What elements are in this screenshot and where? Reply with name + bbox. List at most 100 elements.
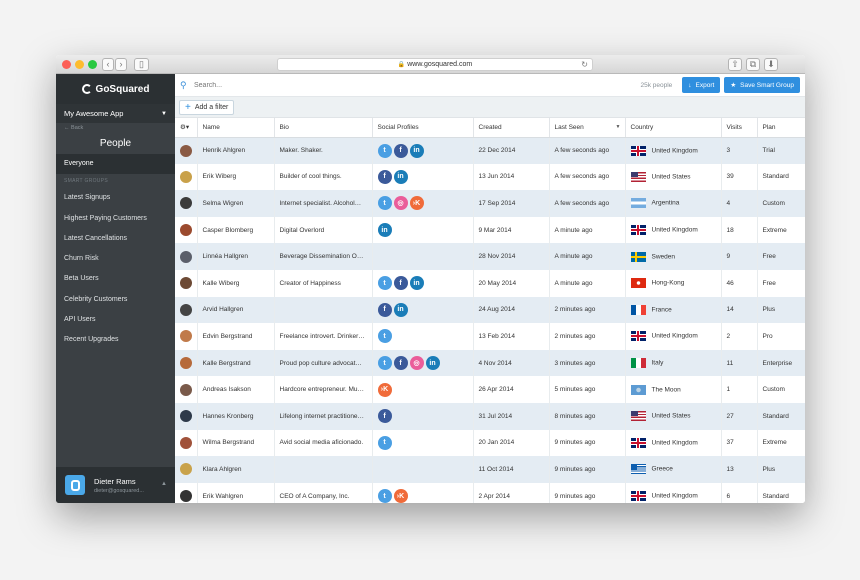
twitter-icon[interactable]: t	[377, 196, 392, 211]
facebook-icon[interactable]: f	[393, 276, 408, 291]
table-row[interactable]: Kalle Bergstrand Proud pop culture advoca…	[175, 349, 805, 377]
zoom-window-button[interactable]	[88, 60, 97, 69]
created-date: 11 Oct 2014	[473, 456, 550, 483]
facebook-icon[interactable]: f	[393, 143, 408, 158]
address-bar[interactable]: 🔒 www.gosquared.com ↻	[277, 58, 593, 71]
country-cell: The Moon	[625, 376, 722, 403]
last-seen: 5 minutes ago	[549, 376, 626, 403]
search-icon: ⚲	[180, 79, 187, 90]
table-row[interactable]: Kalle Wiberg Creator of Happiness t f in 20 M…	[175, 269, 805, 297]
logo[interactable]: GoSquared	[56, 74, 175, 104]
facebook-icon[interactable]: f	[377, 169, 392, 184]
sidebar-item-api-users[interactable]: API Users	[56, 310, 175, 330]
table-row[interactable]: Wilma Bergstrand Avid social media aficio…	[175, 429, 805, 457]
flag-icon	[630, 491, 646, 502]
person-name: Kalle Wiberg	[197, 269, 275, 297]
social-profiles	[372, 243, 474, 270]
table-row[interactable]: Henrik Ahlgren Maker. Shaker. t f in 22 Dec 2…	[175, 137, 805, 164]
facebook-icon[interactable]: f	[393, 356, 408, 371]
user-menu[interactable]: Dieter Rams dieter@gosquared... ▲	[56, 467, 175, 503]
twitter-icon[interactable]: t	[377, 143, 392, 158]
linkedin-icon[interactable]: in	[409, 143, 424, 158]
table-row[interactable]: Selma Wigren Internet specialist. Alcohol…	[175, 190, 805, 217]
flag-icon	[630, 437, 646, 448]
app-selector[interactable]: My Awesome App ▼	[56, 104, 175, 123]
sidebar-item-churn-risk[interactable]: Churn Risk	[56, 249, 175, 269]
table-row[interactable]: Arvid Hallgren f in 24 Aug 2014 2 minutes ag…	[175, 296, 805, 324]
social-profiles: f in	[372, 296, 474, 324]
table-row[interactable]: Erik Wiberg Builder of cool things. f in 13 …	[175, 163, 805, 191]
linkedin-icon[interactable]: in	[409, 276, 424, 291]
person-bio: Proud pop culture advocat…	[274, 349, 373, 377]
person-bio: Lifelong internet practitione…	[274, 402, 373, 430]
linkedin-icon[interactable]: in	[393, 302, 408, 317]
sidebar-item-recent-upgrades[interactable]: Recent Upgrades	[56, 330, 175, 350]
plan-name: Pro	[757, 323, 805, 350]
close-window-button[interactable]	[62, 60, 71, 69]
social-profiles: t f in	[372, 269, 474, 297]
social-profiles: t f in	[372, 137, 474, 164]
column-header-created[interactable]: Created	[473, 118, 550, 138]
visits-count: 46	[721, 269, 758, 297]
tabs-icon[interactable]: ⧉	[746, 58, 760, 71]
sidebar-item-celebrity-customers[interactable]: Celebrity Customers	[56, 290, 175, 310]
add-filter-button[interactable]: + Add a filter	[179, 99, 235, 115]
klout-icon[interactable]: ›K	[409, 196, 424, 211]
facebook-icon[interactable]: f	[377, 409, 392, 424]
sort-desc-icon[interactable]: ▼	[616, 124, 621, 130]
facebook-icon[interactable]: f	[377, 302, 392, 317]
table-row[interactable]: Klara Ahlgren 11 Oct 2014 9 minutes ago Gre…	[175, 456, 805, 483]
back-link[interactable]: ← Back	[56, 123, 175, 134]
table-row[interactable]: Erik Wahlgren CEO of A Company, Inc. t ›K 2 …	[175, 482, 805, 503]
linkedin-icon[interactable]: in	[425, 356, 440, 371]
column-header-plan[interactable]: Plan	[757, 118, 805, 138]
column-header-country[interactable]: Country	[625, 118, 722, 138]
sidebar-item-everyone[interactable]: Everyone	[56, 154, 175, 175]
dribbble-icon[interactable]: ◎	[393, 196, 408, 211]
column-settings-icon[interactable]: ⚙▾	[175, 118, 198, 138]
save-smart-group-button[interactable]: ★ Save Smart Group	[724, 77, 800, 93]
linkedin-icon[interactable]: in	[393, 169, 408, 184]
dribbble-icon[interactable]: ◎	[409, 356, 424, 371]
twitter-icon[interactable]: t	[377, 329, 392, 344]
forward-nav-button[interactable]: ›	[115, 58, 127, 71]
column-header-name[interactable]: Name	[197, 118, 275, 138]
user-email: dieter@gosquared...	[94, 487, 144, 494]
save-smart-group-label: Save Smart Group	[740, 81, 794, 89]
klout-icon[interactable]: ›K	[377, 382, 392, 397]
download-arrow-icon: ↓	[688, 81, 692, 89]
avatar-cell	[175, 482, 198, 503]
plan-name: Standard	[757, 482, 805, 503]
download-icon[interactable]: ⬇	[764, 58, 778, 71]
table-row[interactable]: Linnéa Hallgren Beverage Dissemination O……	[175, 243, 805, 270]
twitter-icon[interactable]: t	[377, 489, 392, 503]
sidebar-item-latest-cancellations[interactable]: Latest Cancellations	[56, 229, 175, 249]
table-row[interactable]: Andreas Isakson Hardcore entrepreneur. Mu…	[175, 376, 805, 403]
twitter-icon[interactable]: t	[377, 435, 392, 450]
last-seen: A minute ago	[549, 216, 626, 244]
reload-icon[interactable]: ↻	[581, 59, 588, 71]
column-header-bio[interactable]: Bio	[274, 118, 373, 138]
last-seen: 9 minutes ago	[549, 456, 626, 483]
sidebar-toggle-icon[interactable]: ▯	[134, 58, 149, 71]
minimize-window-button[interactable]	[75, 60, 84, 69]
sidebar-item-beta-users[interactable]: Beta Users	[56, 269, 175, 289]
linkedin-icon[interactable]: in	[377, 223, 392, 238]
export-button[interactable]: ↓ Export	[682, 77, 721, 93]
column-header-last-seen[interactable]: Last Seen ▼	[549, 118, 626, 138]
table-row[interactable]: Casper Blomberg Digital Overlord in 9 Mar 2…	[175, 216, 805, 244]
sidebar-item-highest-paying-customers[interactable]: Highest Paying Customers	[56, 209, 175, 229]
share-icon[interactable]: ⇧	[728, 58, 742, 71]
twitter-icon[interactable]: t	[377, 356, 392, 371]
sidebar-item-latest-signups[interactable]: Latest Signups	[56, 188, 175, 208]
column-header-social-profiles[interactable]: Social Profiles	[372, 118, 474, 138]
search-input[interactable]	[194, 81, 394, 89]
plan-name: Extreme	[757, 429, 805, 457]
last-seen: 9 minutes ago	[549, 482, 626, 503]
column-header-visits[interactable]: Visits	[721, 118, 758, 138]
twitter-icon[interactable]: t	[377, 276, 392, 291]
back-nav-button[interactable]: ‹	[102, 58, 114, 71]
table-row[interactable]: Hannes Kronberg Lifelong internet practit…	[175, 402, 805, 430]
table-row[interactable]: Edvin Bergstrand Freelance introvert. Dri…	[175, 323, 805, 350]
klout-icon[interactable]: ›K	[393, 489, 408, 503]
